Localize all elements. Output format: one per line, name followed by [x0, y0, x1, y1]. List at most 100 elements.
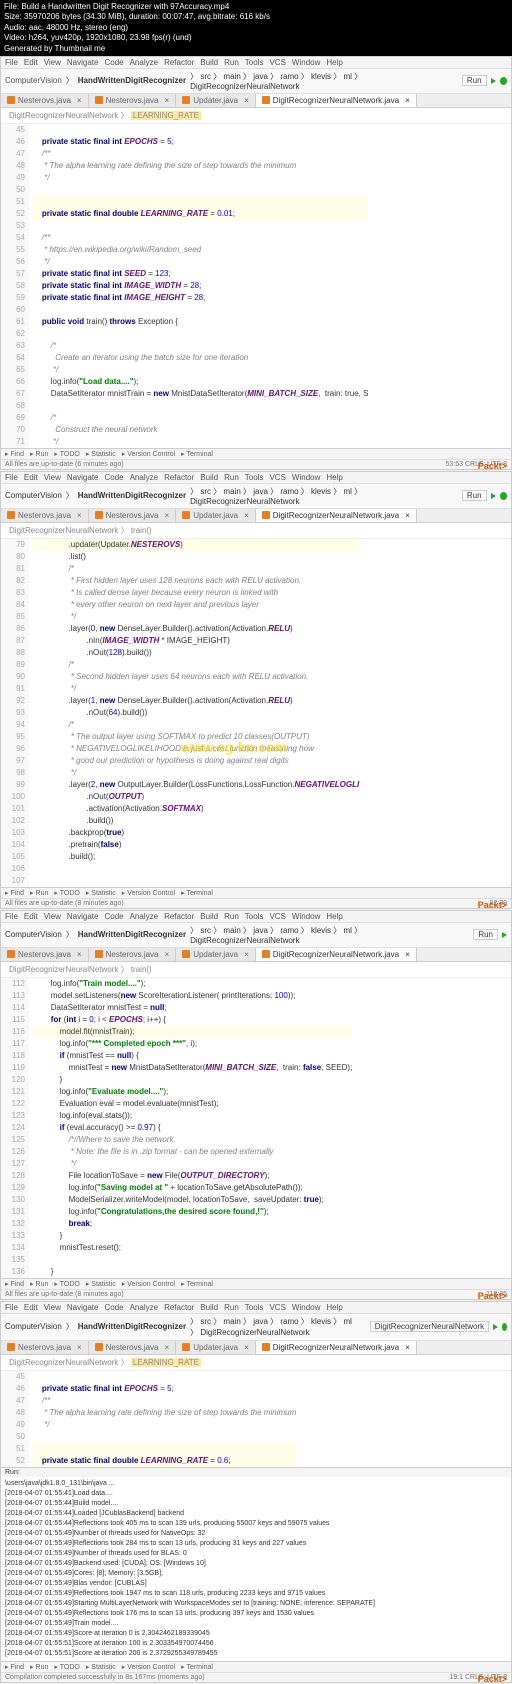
menu-edit[interactable]: Edit [24, 1303, 38, 1312]
code-line[interactable]: .build(); [33, 851, 359, 863]
code-editor[interactable]: private static final int EPOCHS = 5; /**… [29, 1371, 300, 1467]
breadcrumb-method[interactable]: train() [131, 526, 152, 535]
editor-tab[interactable]: Nesterovs.java× [89, 509, 177, 522]
code-line[interactable]: model.fit(mnistTrain); [33, 1026, 352, 1038]
menu-view[interactable]: View [44, 473, 61, 482]
tool-tab-run[interactable]: ▸ Run [30, 1280, 48, 1288]
path-segment[interactable]: 〉 java [241, 72, 268, 81]
tool-tab-terminal[interactable]: ▸ Terminal [181, 1663, 213, 1671]
menu-navigate[interactable]: Navigate [67, 1303, 99, 1312]
code-line[interactable]: .nOut(OUTPUT) [33, 791, 359, 803]
code-line[interactable]: ModelSerializer.writeModel(model, locati… [33, 1194, 352, 1206]
code-line[interactable]: /* [33, 412, 368, 424]
path-segment[interactable]: 〉 ml [331, 1317, 352, 1326]
close-icon[interactable]: × [165, 950, 170, 959]
code-line[interactable]: .updater(Updater.NESTEROVS) [33, 539, 359, 551]
code-line[interactable]: private static final int EPOCHS = 5; [33, 1383, 296, 1395]
code-line[interactable]: */ [33, 436, 368, 448]
menu-build[interactable]: Build [200, 912, 218, 921]
menu-tools[interactable]: Tools [245, 912, 264, 921]
menu-run[interactable]: Run [224, 473, 239, 482]
menu-analyze[interactable]: Analyze [130, 58, 158, 67]
code-line[interactable]: * every other neuron on next layer and p… [33, 599, 359, 611]
menu-help[interactable]: Help [326, 912, 342, 921]
menu-code[interactable]: Code [104, 58, 123, 67]
path-segment[interactable]: 〉 ml [331, 487, 352, 496]
code-line[interactable]: Construct the neural network [33, 424, 368, 436]
run-icon[interactable] [491, 78, 496, 84]
close-icon[interactable]: × [405, 96, 410, 105]
code-line[interactable] [33, 220, 368, 232]
menu-window[interactable]: Window [292, 912, 320, 921]
code-line[interactable]: */ [33, 611, 359, 623]
editor-tab[interactable]: Updater.java× [176, 509, 256, 522]
menu-vcs[interactable]: VCS [269, 473, 285, 482]
code-line[interactable]: */ [33, 256, 368, 268]
code-line[interactable]: if (mnistTest == null) { [33, 1050, 352, 1062]
code-line[interactable] [33, 196, 368, 208]
menu-tools[interactable]: Tools [245, 58, 264, 67]
menu-analyze[interactable]: Analyze [130, 473, 158, 482]
menu-vcs[interactable]: VCS [269, 58, 285, 67]
editor-tab[interactable]: Nesterovs.java× [89, 94, 177, 107]
editor-tab[interactable]: DigitRecognizerNeuralNetwork.java× [256, 948, 417, 961]
menu-file[interactable]: File [5, 58, 18, 67]
close-icon[interactable]: × [244, 950, 249, 959]
tool-tab-statistic[interactable]: ▸ Statistic [86, 889, 116, 897]
code-line[interactable]: log.info("Saving model at " + locationTo… [33, 1182, 352, 1194]
path-segment[interactable]: 〉 klevis [299, 1317, 331, 1326]
menu-view[interactable]: View [44, 58, 61, 67]
code-line[interactable]: mnistTest.reset(); [33, 1242, 352, 1254]
menu-tools[interactable]: Tools [245, 473, 264, 482]
breadcrumb-module[interactable]: HandWrittenDigitRecognizer [78, 491, 186, 500]
code-line[interactable] [33, 1431, 296, 1443]
path-segment[interactable]: 〉 ramo [268, 72, 299, 81]
code-line[interactable]: /** [33, 1395, 296, 1407]
code-line[interactable]: Create an iterator using the batch size … [33, 352, 368, 364]
code-line[interactable]: log.info("*** Completed epoch ***", i); [33, 1038, 352, 1050]
code-line[interactable]: .list() [33, 551, 359, 563]
code-line[interactable]: */ [33, 172, 368, 184]
editor-tab[interactable]: Updater.java× [176, 94, 256, 107]
menu-file[interactable]: File [5, 1303, 18, 1312]
code-line[interactable]: */ [33, 364, 368, 376]
code-line[interactable]: */ [33, 767, 359, 779]
menu-navigate[interactable]: Navigate [67, 58, 99, 67]
code-line[interactable]: * The alpha learning rate defining the s… [33, 1407, 296, 1419]
code-line[interactable]: * Is called dense layer because every ne… [33, 587, 359, 599]
close-icon[interactable]: × [77, 511, 82, 520]
path-segment[interactable]: 〉 main [211, 487, 241, 496]
debug-icon[interactable] [500, 492, 507, 500]
path-segment[interactable]: 〉 klevis [299, 72, 331, 81]
code-line[interactable]: */ [33, 683, 359, 695]
code-line[interactable]: if (eval.accuracy() >= 0.97) { [33, 1122, 352, 1134]
code-line[interactable] [33, 328, 368, 340]
code-line[interactable] [33, 1371, 296, 1383]
close-icon[interactable]: × [165, 511, 170, 520]
tool-tab-find[interactable]: ▸ Find [5, 889, 24, 897]
run-config-dropdown[interactable]: DigitRecognizerNeuralNetwork [370, 1321, 489, 1332]
code-line[interactable]: /** [33, 232, 368, 244]
path-segment[interactable]: 〉 java [241, 926, 268, 935]
code-line[interactable] [33, 863, 359, 875]
menu-edit[interactable]: Edit [24, 912, 38, 921]
tool-tab-version-control[interactable]: ▸ Version Control [122, 889, 175, 897]
tool-tab-terminal[interactable]: ▸ Terminal [181, 889, 213, 897]
code-line[interactable]: log.info("Congratulations,the desired sc… [33, 1206, 352, 1218]
breadcrumb-module[interactable]: HandWrittenDigitRecognizer [78, 76, 186, 85]
code-line[interactable]: Evaluation eval = model.evaluate(mnistTe… [33, 1098, 352, 1110]
tool-tab-version-control[interactable]: ▸ Version Control [122, 1663, 175, 1671]
run-config-dropdown[interactable]: Run [473, 929, 498, 940]
menu-view[interactable]: View [44, 1303, 61, 1312]
menu-navigate[interactable]: Navigate [67, 912, 99, 921]
code-line[interactable]: /*//Where to save the network. [33, 1134, 352, 1146]
editor-tab[interactable]: Nesterovs.java× [1, 94, 89, 107]
tool-tab-run[interactable]: ▸ Run [30, 1663, 48, 1671]
menu-view[interactable]: View [44, 912, 61, 921]
code-line[interactable]: .layer(0, new DenseLayer.Builder().activ… [33, 623, 359, 635]
code-line[interactable]: private static final int EPOCHS = 5; [33, 136, 368, 148]
path-segment[interactable]: 〉 java [241, 1317, 268, 1326]
code-line[interactable]: private static final int IMAGE_HEIGHT = … [33, 292, 368, 304]
close-icon[interactable]: × [405, 1343, 410, 1352]
close-icon[interactable]: × [77, 950, 82, 959]
